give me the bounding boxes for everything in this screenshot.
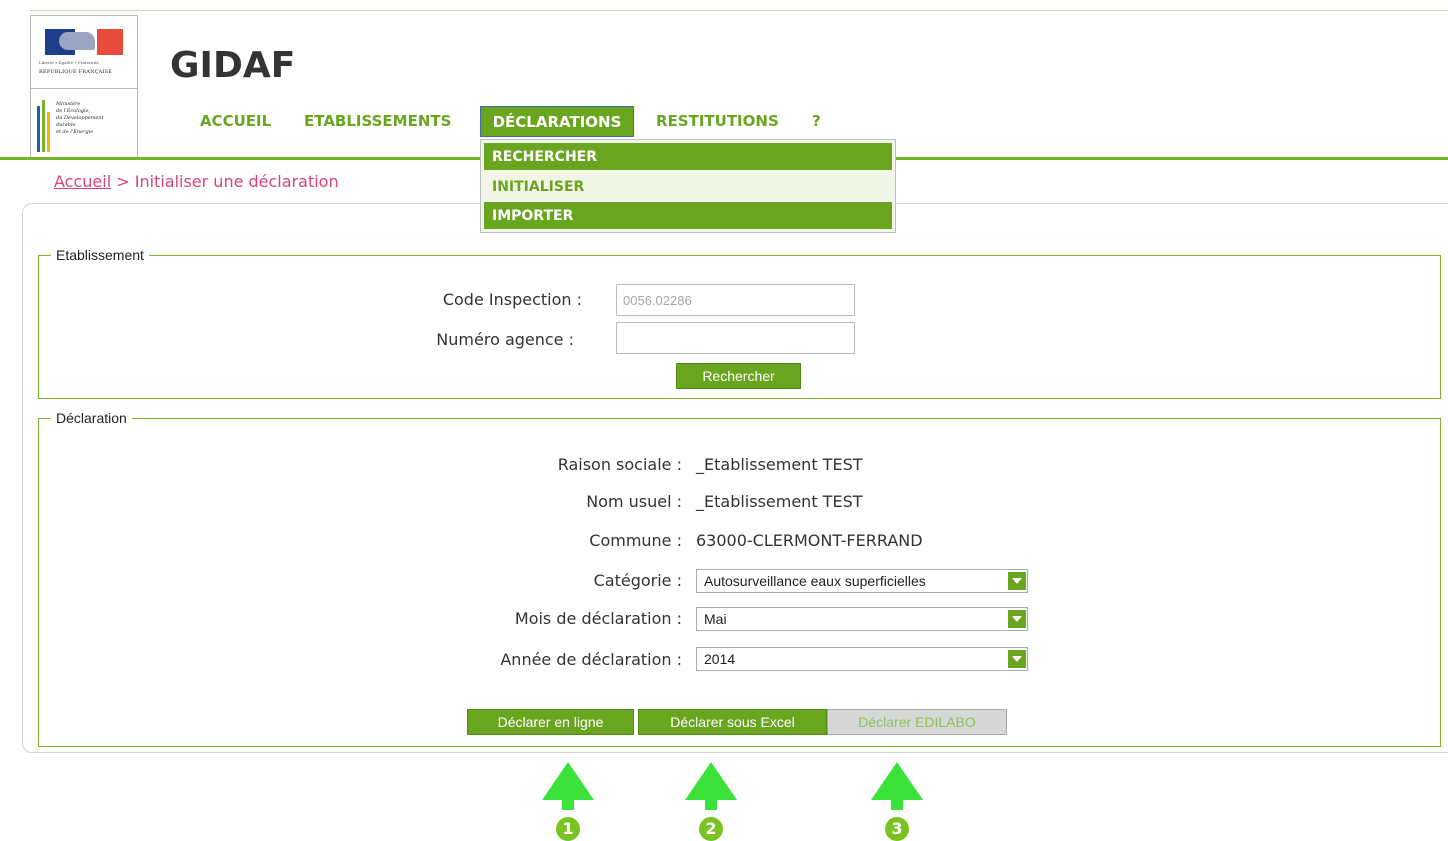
marker-3: 3 bbox=[885, 817, 909, 841]
marker-2: 2 bbox=[699, 817, 723, 841]
annee-select[interactable]: 2014 bbox=[696, 647, 1028, 671]
stripe-green bbox=[42, 100, 45, 152]
ministry-name-block: Ministère de l'Écologie, du Développemen… bbox=[31, 88, 137, 158]
categorie-selected: Autosurveillance eaux superficielles bbox=[704, 573, 926, 589]
nav-etablissements[interactable]: ETABLISSEMENTS bbox=[304, 106, 451, 137]
declarer-sous-excel-button[interactable]: Déclarer sous Excel bbox=[638, 709, 827, 735]
nom-usuel-value: _Etablissement TEST bbox=[696, 492, 863, 511]
rf-name: RÉPUBLIQUE FRANÇAISE bbox=[39, 69, 113, 75]
commune-value: 63000-CLERMONT-FERRAND bbox=[696, 531, 923, 550]
ministry-line: du Développement bbox=[56, 115, 104, 121]
categorie-select[interactable]: Autosurveillance eaux superficielles bbox=[696, 569, 1028, 593]
chevron-down-icon bbox=[1008, 650, 1026, 668]
nav-accueil[interactable]: ACCUEIL bbox=[200, 106, 271, 137]
code-inspection-label: Code Inspection : bbox=[442, 290, 582, 309]
top-border-line bbox=[30, 10, 1448, 11]
numero-agence-input[interactable] bbox=[616, 322, 855, 354]
breadcrumb: Accueil > Initialiser une déclaration bbox=[54, 172, 339, 191]
nom-usuel-label: Nom usuel : bbox=[586, 492, 682, 511]
declarer-edilabo-button: Déclarer EDILABO bbox=[827, 709, 1007, 735]
menu-item-importer[interactable]: IMPORTER bbox=[484, 202, 892, 229]
menu-item-rechercher[interactable]: RECHERCHER bbox=[484, 143, 892, 170]
nav-help[interactable]: ? bbox=[812, 106, 821, 137]
mois-select[interactable]: Mai bbox=[696, 607, 1028, 631]
annee-selected: 2014 bbox=[704, 651, 736, 667]
ministry-text: Ministère de l'Écologie, du Développemen… bbox=[56, 101, 104, 136]
declaration-legend: Déclaration bbox=[56, 410, 127, 426]
etablissement-legend: Etablissement bbox=[56, 247, 144, 263]
ministry-line: de l'Écologie, bbox=[56, 108, 91, 114]
categorie-label: Catégorie : bbox=[593, 571, 682, 590]
breadcrumb-separator: > bbox=[116, 172, 130, 191]
ministry-line: et de l'Énergie bbox=[56, 129, 94, 135]
stripe-blue bbox=[37, 106, 40, 152]
nav-restitutions[interactable]: RESTITUTIONS bbox=[656, 106, 779, 137]
nav-declarations[interactable]: DÉCLARATIONS bbox=[480, 106, 634, 137]
chevron-down-icon bbox=[1008, 610, 1026, 628]
marker-1: 1 bbox=[556, 817, 580, 841]
app-title: GIDAF bbox=[170, 45, 296, 86]
ministry-logo: Liberté • Égalité • Fraternité RÉPUBLIQU… bbox=[30, 15, 138, 159]
stripe-yellow bbox=[47, 112, 50, 152]
chevron-down-icon bbox=[1008, 572, 1026, 590]
breadcrumb-current: Initialiser une déclaration bbox=[134, 172, 339, 191]
breadcrumb-home-link[interactable]: Accueil bbox=[54, 172, 111, 191]
raison-sociale-label: Raison sociale : bbox=[557, 455, 682, 474]
flag-red-band bbox=[97, 29, 123, 55]
code-inspection-input[interactable] bbox=[616, 284, 855, 316]
menu-item-initialiser[interactable]: INITIALISER bbox=[484, 173, 892, 200]
marianne-profile-icon bbox=[59, 32, 95, 50]
mois-selected: Mai bbox=[704, 611, 727, 627]
declarations-dropdown: RECHERCHER INITIALISER IMPORTER bbox=[480, 139, 896, 233]
ministry-line: Ministère bbox=[56, 101, 81, 107]
commune-label: Commune : bbox=[589, 531, 682, 550]
rechercher-button[interactable]: Rechercher bbox=[676, 363, 801, 389]
raison-sociale-value: _Etablissement TEST bbox=[696, 455, 863, 474]
numero-agence-label: Numéro agence : bbox=[436, 330, 574, 349]
rf-motto: Liberté • Égalité • Fraternité bbox=[39, 60, 99, 65]
mois-label: Mois de déclaration : bbox=[514, 609, 682, 628]
ministry-line: durable bbox=[56, 122, 76, 128]
republique-francaise-logo: Liberté • Égalité • Fraternité RÉPUBLIQU… bbox=[31, 16, 137, 89]
declarer-en-ligne-button[interactable]: Déclarer en ligne bbox=[467, 709, 634, 735]
annee-label: Année de déclaration : bbox=[500, 650, 682, 669]
